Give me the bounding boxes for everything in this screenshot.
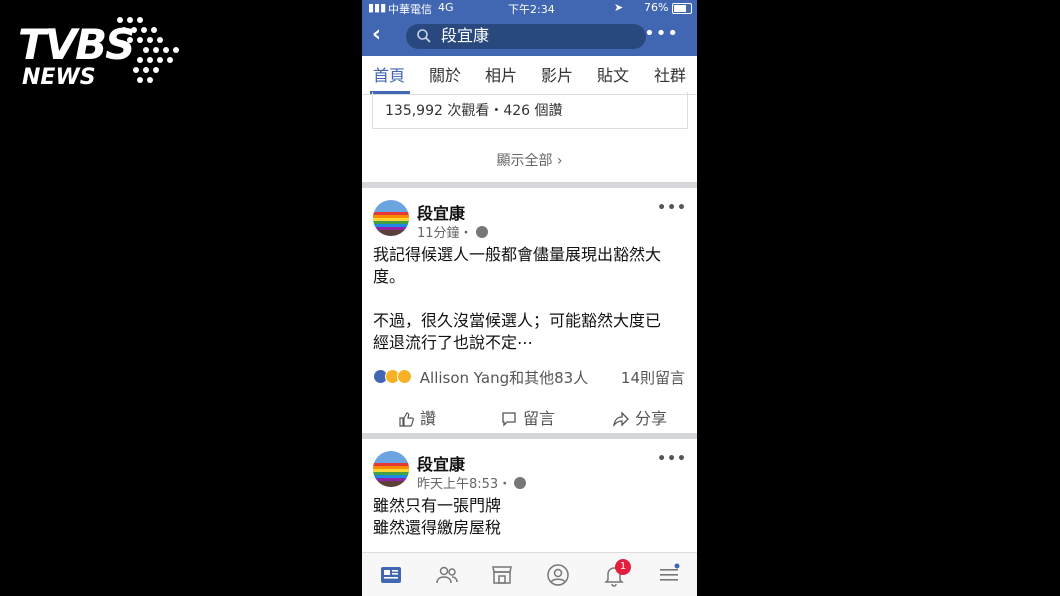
post-line: 經退流行了也說不定⋯	[373, 333, 534, 352]
logo-sub-text: NEWS	[22, 65, 96, 90]
share-arrow-icon	[612, 411, 629, 427]
post-options-icon[interactable]: •••	[657, 451, 687, 467]
tab-posts[interactable]: 貼文	[597, 66, 629, 86]
news-feed-icon[interactable]	[379, 563, 403, 587]
comment-button[interactable]: 留言	[501, 405, 555, 429]
top-nav-bar: ‹ 段宜康 •••	[362, 16, 697, 56]
post-body: 雖然只有一張門牌 雖然還得繳房屋稅	[373, 495, 691, 539]
carrier-label: 中華電信	[388, 3, 432, 16]
location-icon: ➤	[614, 1, 624, 14]
post-author[interactable]: 段宜康	[417, 200, 465, 224]
bottom-nav-bar: 1	[362, 552, 697, 596]
show-all-link[interactable]: 顯示全部 ›	[362, 150, 697, 170]
post-time-label: 11分鐘・	[417, 226, 473, 241]
post-body: 我記得候選人一般都會儘量展現出豁然大 度。 不過，很久沒當候選人；可能豁然大度已…	[373, 244, 691, 354]
post-card: 段宜康 11分鐘・ ••• 我記得候選人一般都會儘量展現出豁然大 度。 不過，很…	[362, 188, 697, 433]
chevron-right-icon: ›	[556, 153, 563, 169]
tab-home[interactable]: 首頁	[373, 66, 405, 86]
menu-icon[interactable]	[657, 563, 681, 587]
tab-community[interactable]: 社群	[654, 66, 686, 86]
comment-bubble-icon	[502, 412, 516, 427]
share-label: 分享	[635, 409, 668, 428]
thumbs-up-icon	[399, 412, 414, 427]
clock: 下午2:34	[508, 3, 555, 16]
rainbow-flag-avatar-icon	[373, 451, 409, 487]
friends-icon[interactable]	[435, 563, 459, 587]
avatar[interactable]	[373, 200, 409, 236]
show-all-label: 顯示全部	[496, 153, 553, 169]
post-author[interactable]: 段宜康	[417, 451, 465, 475]
network-label: 4G	[438, 1, 454, 14]
previous-video-card[interactable]: 135,992 次觀看・426 個讚	[372, 92, 688, 129]
post-line: 不過，很久沒當候選人；可能豁然大度已	[373, 311, 662, 330]
profile-icon[interactable]	[546, 563, 570, 587]
search-query: 段宜康	[441, 26, 490, 45]
tab-videos[interactable]: 影片	[541, 66, 573, 86]
comments-count[interactable]: 14則留言	[621, 367, 685, 388]
more-options-icon[interactable]: •••	[644, 24, 679, 44]
share-button[interactable]: 分享	[612, 405, 668, 429]
page-tabs: 首頁 關於 相片 影片 貼文 社群	[362, 56, 697, 95]
notification-badge: 1	[615, 559, 631, 575]
like-button[interactable]: 讚	[398, 405, 436, 429]
post-line: 我記得候選人一般都會儘量展現出豁然大	[373, 245, 662, 264]
phone-screen: ▮▮▮ 中華電信 4G 下午2:34 ➤ 76% ‹ 段宜康 ••• 首頁 關於…	[362, 0, 697, 596]
post-card: 段宜康 昨天上午8:53・ ••• 雖然只有一張門牌 雖然還得繳房屋稅	[362, 439, 697, 552]
avatar[interactable]	[373, 451, 409, 487]
sad-reaction-icon	[397, 369, 412, 384]
post-time-label: 昨天上午8:53・	[417, 477, 512, 492]
signal-icon: ▮▮▮	[368, 1, 387, 14]
logo-dots-icon	[117, 17, 179, 83]
post-timestamp: 11分鐘・	[417, 222, 488, 241]
back-arrow-icon[interactable]: ‹	[372, 22, 381, 48]
post-line: 雖然只有一張門牌	[373, 496, 502, 515]
post-line: 雖然還得繳房屋稅	[373, 518, 502, 537]
tvbs-news-logo: TVBS NEWS	[18, 14, 179, 94]
rainbow-flag-avatar-icon	[373, 200, 409, 236]
like-label: 讚	[420, 409, 437, 428]
battery-icon	[672, 3, 692, 14]
search-bar[interactable]: 段宜康	[406, 24, 646, 49]
reactions-summary[interactable]: Allison Yang和其他83人	[373, 367, 588, 388]
tab-about[interactable]: 關於	[429, 66, 461, 86]
post-options-icon[interactable]: •••	[657, 200, 687, 216]
video-stats: 135,992 次觀看・426 個讚	[385, 103, 563, 119]
tab-photos[interactable]: 相片	[485, 66, 517, 86]
post-line-blank	[373, 288, 691, 310]
comment-label: 留言	[523, 409, 556, 428]
reactions-text: Allison Yang和其他83人	[419, 369, 589, 387]
marketplace-icon[interactable]	[490, 563, 514, 587]
post-timestamp: 昨天上午8:53・	[417, 473, 527, 492]
globe-icon	[514, 477, 527, 489]
status-bar: ▮▮▮ 中華電信 4G 下午2:34 ➤ 76%	[362, 0, 697, 16]
search-icon	[417, 29, 431, 43]
post-line: 度。	[373, 267, 406, 286]
battery-percent: 76%	[644, 1, 669, 14]
globe-icon	[475, 226, 488, 238]
